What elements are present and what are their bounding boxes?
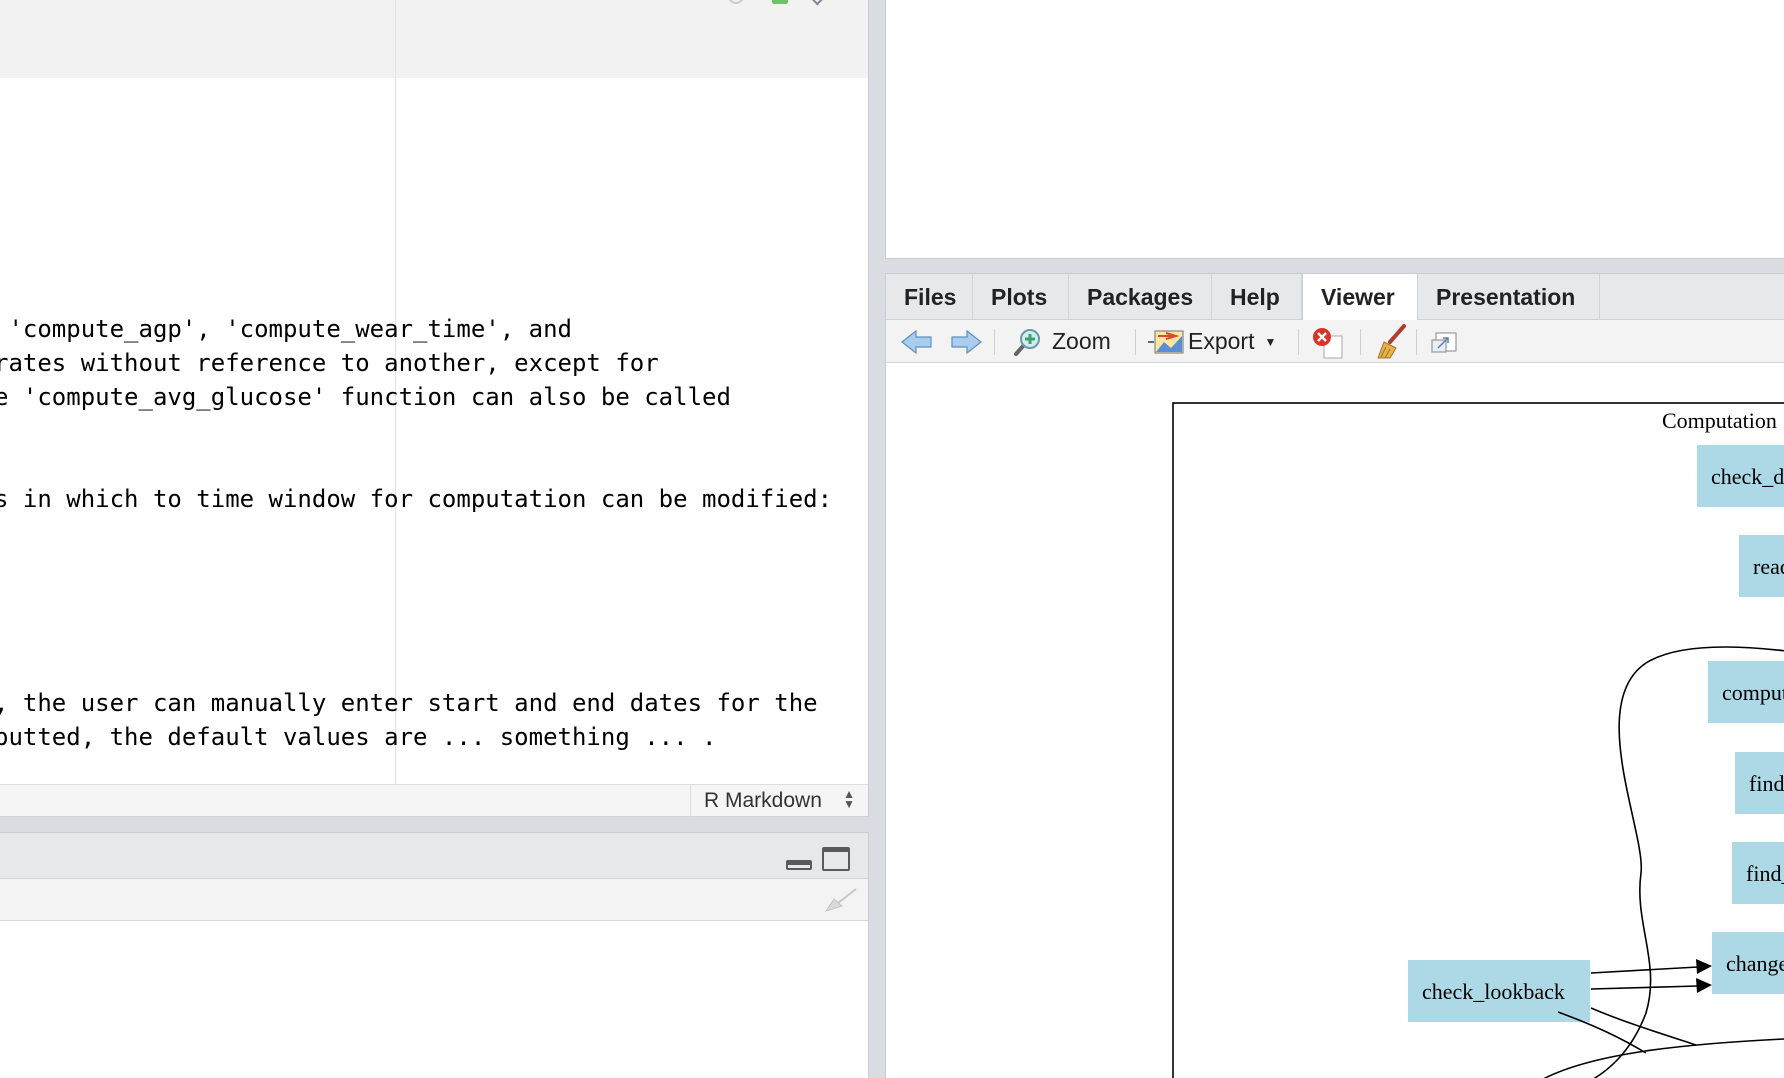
tab-presentation-label: Presentation [1436, 284, 1576, 310]
tab-packages[interactable]: Packages [1069, 274, 1212, 320]
viewer-pane: Files Plots Packages Help Viewer Present… [885, 273, 1784, 1078]
clear-all-broom-icon[interactable] [1370, 320, 1410, 363]
diagram-node-label: compute [1722, 680, 1784, 705]
diagram-node-label: check_day [1711, 464, 1784, 489]
console-toolbar [0, 879, 868, 921]
diagram-edge [1543, 1038, 1784, 1078]
toolbar-separator [1298, 329, 1299, 355]
zoom-magnifier-icon [1014, 328, 1040, 356]
toolbar-separator [1360, 329, 1361, 355]
export-menu-button[interactable]: Export ▼ [1148, 320, 1276, 363]
export-label: Export [1188, 328, 1255, 354]
diagram-edge [1590, 966, 1699, 974]
computation-flow-diagram: Computation check_day read_compute find_cf… [1172, 402, 1784, 1078]
arrowhead [1696, 978, 1712, 993]
console-output[interactable] [0, 921, 868, 1078]
diagram-node-label: change [1726, 951, 1784, 976]
tab-viewer-label: Viewer [1321, 284, 1395, 310]
tab-viewer[interactable]: Viewer [1302, 274, 1418, 321]
viewer-content: Computation check_day read_compute find_cf… [886, 363, 1784, 1078]
code-line: 'compute_agp', 'compute_wear_time', and [0, 315, 572, 343]
console-header [0, 833, 868, 879]
viewer-toolbar: Zoom Export ▼ [886, 320, 1784, 363]
document-type-label: R Markdown [704, 789, 822, 812]
toolbar-separator [1416, 329, 1417, 355]
dropdown-caret-icon: ▼ [1264, 334, 1277, 349]
pane-tabs: Files Plots Packages Help Viewer Present… [886, 274, 1784, 321]
code-editor[interactable]: 'compute_agp', 'compute_wear_time', and r… [0, 78, 868, 784]
code-line: , the user can manually enter start and … [0, 689, 818, 717]
diagram-edge [1590, 985, 1699, 990]
settings-icon[interactable] [728, 0, 744, 4]
clear-console-broom-icon[interactable] [822, 887, 858, 913]
maximize-pane-icon[interactable] [822, 847, 850, 871]
zoom-label: Zoom [1052, 328, 1111, 354]
environment-pane [885, 0, 1784, 259]
code-line: s in which to time window for computatio… [0, 485, 833, 513]
toolbar-separator [1135, 329, 1136, 355]
forward-arrow-icon[interactable] [949, 320, 983, 363]
run-chunk-icon[interactable] [772, 0, 788, 4]
code-line: rates without reference to another, exce… [0, 349, 659, 377]
diagram-node-label: find_s [1746, 861, 1784, 886]
rstudio-window: 'compute_agp', 'compute_wear_time', and r… [0, 0, 1784, 1078]
back-arrow-icon[interactable] [900, 320, 934, 363]
tab-files[interactable]: Files [886, 274, 973, 320]
zoom-button[interactable]: Zoom [1012, 320, 1111, 363]
console-pane [0, 832, 869, 1078]
diagram-cluster-title: Computation [1662, 408, 1777, 433]
minimize-pane-icon[interactable] [786, 860, 812, 870]
document-type-selector[interactable]: R Markdown ▲ ▼ [690, 785, 868, 817]
code-line: e 'compute_avg_glucose' function can als… [0, 383, 731, 411]
updown-chevron-icon: ▲ ▼ [843, 787, 855, 811]
tab-plots[interactable]: Plots [973, 274, 1069, 320]
tab-packages-label: Packages [1087, 284, 1194, 310]
export-image-icon [1148, 329, 1184, 354]
diagram-node-label: check_lookback [1422, 979, 1565, 1004]
source-status-bar: R Markdown ▲ ▼ [0, 784, 868, 817]
code-line: putted, the default values are ... somet… [0, 723, 717, 751]
tab-help[interactable]: Help [1212, 274, 1302, 320]
tab-presentation[interactable]: Presentation [1418, 274, 1600, 320]
chevron-icon[interactable] [811, 0, 825, 6]
diagram-edge [1590, 1007, 1697, 1046]
source-toolbar [0, 0, 868, 78]
remove-viewer-item-icon[interactable] [1310, 320, 1350, 363]
toolbar-separator [994, 329, 995, 355]
source-editor-pane: 'compute_agp', 'compute_wear_time', and r… [0, 0, 869, 817]
diagram-node-label: read_ [1753, 554, 1784, 579]
diagram-arrowheads [1696, 959, 1712, 993]
tab-plots-label: Plots [991, 284, 1048, 310]
tab-files-label: Files [904, 284, 957, 310]
diagram-node-label: find_c [1749, 771, 1784, 796]
show-in-new-window-icon[interactable] [1426, 320, 1462, 363]
tab-help-label: Help [1230, 284, 1280, 310]
arrowhead [1696, 959, 1712, 974]
